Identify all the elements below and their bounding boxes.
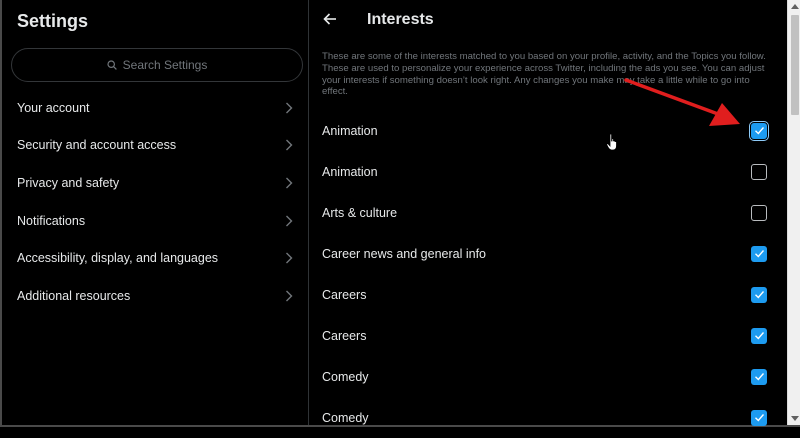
checkmark-icon — [754, 250, 764, 258]
interest-checkbox[interactable] — [751, 286, 767, 303]
interest-row[interactable]: Comedy — [310, 397, 787, 438]
interests-list: Animation Animation Arts & culture Caree… — [310, 110, 787, 438]
interest-label: Career news and general info — [322, 246, 486, 261]
checkmark-icon — [754, 291, 764, 299]
chevron-right-icon — [286, 252, 293, 264]
interest-checkbox[interactable] — [749, 120, 769, 141]
app-window: Settings Search Settings Your account Se… — [0, 0, 800, 427]
menu-item-accessibility[interactable]: Accessibility, display, and languages — [4, 239, 309, 277]
interest-checkbox[interactable] — [751, 163, 767, 180]
search-placeholder: Search Settings — [122, 58, 208, 72]
checkmark-icon — [754, 414, 764, 422]
scroll-down-icon[interactable] — [791, 416, 799, 421]
search-icon — [107, 60, 117, 70]
menu-item-label: Privacy and safety — [17, 175, 120, 190]
interest-label: Arts & culture — [322, 205, 398, 220]
interest-label: Animation — [322, 123, 378, 138]
settings-title: Settings — [17, 11, 89, 31]
menu-item-label: Your account — [17, 100, 90, 115]
interest-row[interactable]: Careers — [310, 315, 787, 356]
interest-checkbox[interactable] — [751, 327, 767, 344]
page-title: Interests — [367, 11, 434, 28]
chevron-right-icon — [286, 139, 293, 151]
checkmark-icon — [754, 332, 764, 340]
menu-item-label: Security and account access — [17, 138, 177, 153]
search-settings-input[interactable]: Search Settings — [11, 48, 303, 82]
menu-item-label: Additional resources — [17, 288, 131, 303]
chevron-right-icon — [286, 102, 293, 114]
interests-header: Interests — [310, 0, 787, 40]
checkmark-icon — [754, 127, 764, 135]
interest-checkbox[interactable] — [751, 245, 767, 262]
interest-row[interactable]: Careers — [310, 274, 787, 315]
menu-item-label: Notifications — [17, 213, 86, 228]
hand-cursor-icon — [606, 133, 617, 151]
menu-item-notifications[interactable]: Notifications — [4, 202, 309, 240]
chevron-right-icon — [286, 177, 293, 189]
interests-column: Interests These are some of the interest… — [310, 0, 787, 426]
interest-label: Careers — [322, 328, 367, 343]
interest-label: Comedy — [322, 410, 369, 425]
page-scrollbar[interactable] — [787, 0, 800, 425]
interest-row[interactable]: Career news and general info — [310, 233, 787, 274]
scroll-up-icon[interactable] — [791, 4, 799, 9]
chevron-right-icon — [286, 215, 293, 227]
interest-row[interactable]: Comedy — [310, 356, 787, 397]
menu-item-your-account[interactable]: Your account — [4, 89, 309, 127]
checkmark-icon — [754, 373, 764, 381]
menu-item-security[interactable]: Security and account access — [4, 127, 309, 165]
interest-row[interactable]: Animation — [310, 110, 787, 151]
menu-item-label: Accessibility, display, and languages — [17, 251, 219, 266]
menu-item-privacy[interactable]: Privacy and safety — [4, 164, 309, 202]
settings-column: Settings Search Settings Your account Se… — [4, 0, 309, 425]
interest-label: Animation — [322, 164, 378, 179]
back-arrow-icon[interactable] — [323, 12, 337, 26]
scroll-thumb[interactable] — [791, 15, 799, 115]
menu-item-additional-resources[interactable]: Additional resources — [4, 277, 309, 315]
settings-menu: Your account Security and account access… — [4, 89, 309, 315]
interest-label: Comedy — [322, 369, 369, 384]
interest-label: Careers — [322, 287, 367, 302]
interest-row[interactable]: Arts & culture — [310, 192, 787, 233]
chevron-right-icon — [286, 290, 293, 302]
interest-checkbox[interactable] — [751, 409, 767, 426]
interest-checkbox[interactable] — [751, 204, 767, 221]
interests-description: These are some of the interests matched … — [322, 51, 766, 98]
interest-checkbox[interactable] — [751, 368, 767, 385]
interest-row[interactable]: Animation — [310, 151, 787, 192]
